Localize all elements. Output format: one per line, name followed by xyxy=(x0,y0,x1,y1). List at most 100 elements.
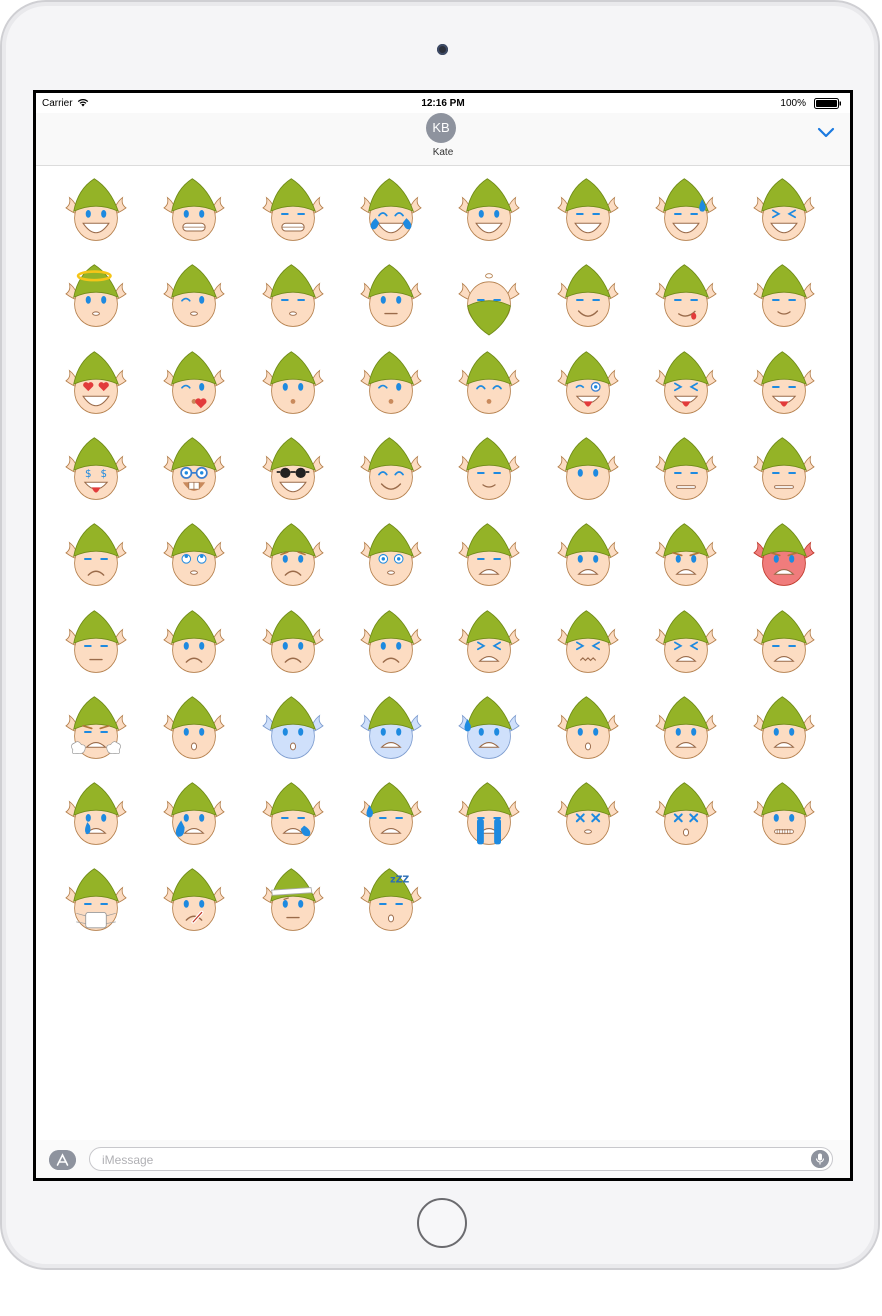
elf-cold-sweat[interactable] xyxy=(447,689,531,773)
home-button[interactable] xyxy=(417,1198,467,1248)
elf-relaxed[interactable] xyxy=(742,257,826,341)
elf-tongue-wink-icon xyxy=(655,264,717,328)
elf-eye-roll[interactable] xyxy=(152,516,236,600)
elf-nerd[interactable] xyxy=(152,430,236,514)
elf-fearful-cold[interactable] xyxy=(349,689,433,773)
elf-gasp-icon xyxy=(753,696,815,759)
elf-bald-bearded[interactable] xyxy=(447,257,531,341)
conversation-header: KB Kate xyxy=(36,113,850,166)
elf-enraged-icon xyxy=(753,523,815,587)
elf-tired[interactable] xyxy=(644,603,728,687)
elf-sweat-drop[interactable] xyxy=(349,775,433,859)
elf-sunglasses[interactable] xyxy=(251,430,335,514)
elf-smile-closed-eyes[interactable] xyxy=(546,171,630,255)
elf-anguished[interactable] xyxy=(546,516,630,600)
elf-tongue-squint-icon xyxy=(655,350,717,414)
contact-name[interactable]: Kate xyxy=(36,147,850,158)
elf-confused[interactable] xyxy=(152,603,236,687)
elf-persevering[interactable] xyxy=(447,603,531,687)
elf-smirk-side[interactable] xyxy=(447,430,531,514)
elf-sleeping-icon: zZZ xyxy=(360,868,422,932)
elf-confounded[interactable] xyxy=(546,603,630,687)
elf-thermometer[interactable] xyxy=(152,861,236,945)
elf-crying[interactable] xyxy=(54,775,138,859)
elf-cold-sweat-icon xyxy=(458,696,520,759)
app-store-icon[interactable] xyxy=(49,1150,76,1170)
elf-triumph[interactable] xyxy=(54,689,138,773)
elf-grimace[interactable] xyxy=(447,516,531,600)
elf-smile-icon xyxy=(458,178,520,241)
elf-kiss-wink[interactable] xyxy=(349,344,433,428)
elf-unamused[interactable] xyxy=(742,430,826,514)
elf-calm-icon xyxy=(163,264,226,328)
elf-smile-teeth[interactable] xyxy=(152,171,236,255)
chevron-down-icon[interactable] xyxy=(816,125,836,139)
elf-hushed[interactable] xyxy=(546,689,630,773)
elf-grin[interactable] xyxy=(54,171,138,255)
elf-bandaged[interactable] xyxy=(251,861,335,945)
elf-heart-eyes[interactable] xyxy=(54,344,138,428)
elf-smirk-side-icon xyxy=(458,437,520,500)
elf-pensive[interactable] xyxy=(54,603,138,687)
elf-laughing-squint[interactable] xyxy=(742,171,826,255)
elf-anguished-icon xyxy=(556,523,619,587)
elf-dizzy-shocked[interactable] xyxy=(644,775,728,859)
elf-hushed-icon xyxy=(556,696,619,759)
elf-content[interactable] xyxy=(251,257,335,341)
elf-weary-icon xyxy=(753,609,815,673)
elf-smile[interactable] xyxy=(447,171,531,255)
messages-app: Carrier 12:16 PM 100% KB Kate $ $ zZZ iM… xyxy=(36,93,850,1178)
elf-kiss-wink-icon xyxy=(360,350,422,414)
message-field[interactable] xyxy=(89,1147,833,1171)
elf-tongue-wink[interactable] xyxy=(644,257,728,341)
battery-percent: 100% xyxy=(780,98,806,109)
elf-angry[interactable] xyxy=(644,516,728,600)
elf-sleeping[interactable]: zZZ xyxy=(349,861,433,945)
elf-calm[interactable] xyxy=(152,257,236,341)
elf-gasp[interactable] xyxy=(742,689,826,773)
elf-zipper-mouth[interactable] xyxy=(742,775,826,859)
elf-enraged[interactable] xyxy=(742,516,826,600)
avatar[interactable]: KB xyxy=(426,113,456,143)
elf-tongue-squint[interactable] xyxy=(644,344,728,428)
elf-expressionless[interactable] xyxy=(644,430,728,514)
message-input[interactable] xyxy=(100,1151,804,1169)
elf-sob-single[interactable] xyxy=(251,775,335,859)
elf-sob-single-icon xyxy=(261,782,324,845)
elf-scream-cold[interactable] xyxy=(251,689,335,773)
elf-loud-crying[interactable] xyxy=(447,775,531,859)
elf-sweat-smile[interactable] xyxy=(644,171,728,255)
microphone-icon[interactable] xyxy=(811,1150,829,1168)
elf-happy-squint[interactable] xyxy=(251,171,335,255)
elf-blissful[interactable] xyxy=(349,430,433,514)
elf-angel[interactable] xyxy=(54,257,138,341)
elf-disappointed[interactable] xyxy=(54,516,138,600)
elf-mask[interactable] xyxy=(54,861,138,945)
elf-kiss-heart[interactable] xyxy=(152,344,236,428)
elf-frowning[interactable] xyxy=(251,603,335,687)
elf-open-mouth[interactable] xyxy=(644,689,728,773)
elf-unamused-icon xyxy=(753,437,815,500)
elf-crying-icon xyxy=(65,782,127,845)
elf-kiss[interactable] xyxy=(251,344,335,428)
elf-smirk[interactable] xyxy=(546,257,630,341)
elf-dizzy[interactable] xyxy=(546,775,630,859)
elf-tears-of-joy[interactable] xyxy=(349,171,433,255)
elf-blissful-icon xyxy=(360,437,422,500)
elf-smirk-icon xyxy=(556,264,619,328)
elf-nerd-icon xyxy=(163,437,226,500)
elf-kiss-smiling[interactable] xyxy=(447,344,531,428)
elf-worried[interactable] xyxy=(251,516,335,600)
elf-relieved[interactable] xyxy=(349,257,433,341)
elf-astonished[interactable] xyxy=(152,689,236,773)
elf-sad[interactable] xyxy=(349,603,433,687)
elf-surprised[interactable] xyxy=(349,516,433,600)
elf-monocle[interactable] xyxy=(546,344,630,428)
elf-weary[interactable] xyxy=(742,603,826,687)
elf-money-eyes[interactable]: $ $ xyxy=(54,430,138,514)
elf-smile-teeth-icon xyxy=(163,178,226,241)
elf-neutral[interactable] xyxy=(546,430,630,514)
elf-tongue-out[interactable] xyxy=(742,344,826,428)
elf-kiss-smiling-icon xyxy=(458,350,520,414)
elf-disappointed-tear[interactable] xyxy=(152,775,236,859)
